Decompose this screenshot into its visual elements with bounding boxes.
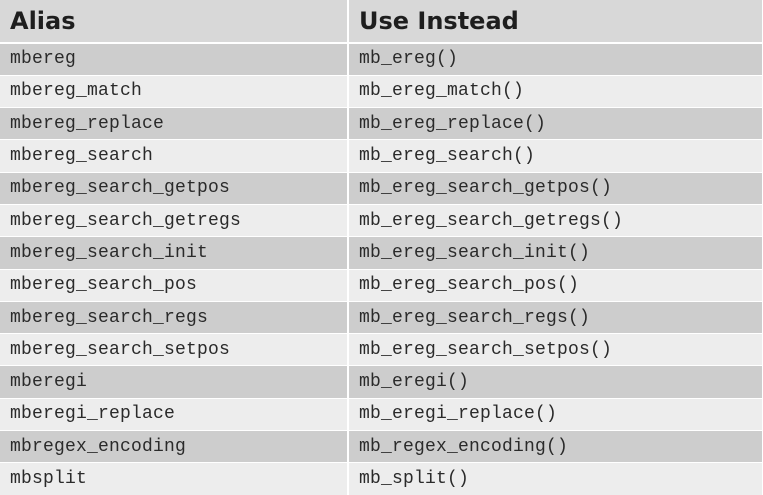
table-body: mbereg mb_ereg() mbereg_match mb_ereg_ma… [0, 43, 763, 495]
replacement-cell: mb_ereg_replace() [348, 107, 763, 141]
alias-cell: mberegi [0, 365, 349, 399]
table-row: mbereg mb_ereg() [0, 43, 763, 76]
replacement-cell: mb_ereg_search_setpos() [348, 333, 763, 367]
replacement-cell: mb_ereg() [348, 43, 763, 76]
replacement-cell: mb_split() [348, 462, 763, 495]
alias-cell: mbregex_encoding [0, 430, 349, 464]
replacement-cell: mb_eregi() [348, 365, 763, 399]
table-row: mbregex_encoding mb_regex_encoding() [0, 430, 763, 464]
replacement-cell: mb_ereg_search_getpos() [348, 172, 763, 205]
alias-cell: mbereg_search_pos [0, 269, 349, 302]
replacement-cell: mb_regex_encoding() [348, 430, 763, 464]
alias-cell: mberegi_replace [0, 398, 349, 432]
alias-cell: mbereg_match [0, 75, 349, 109]
table-row: mbereg_search_pos mb_ereg_search_pos() [0, 269, 763, 302]
replacement-cell: mb_ereg_search_init() [348, 236, 763, 270]
table-row: mbereg_search_setpos mb_ereg_search_setp… [0, 333, 763, 367]
alias-cell: mbereg_search_regs [0, 301, 349, 335]
table-row: mbereg_search_getregs mb_ereg_search_get… [0, 204, 763, 238]
table-row: mbereg_search_getpos mb_ereg_search_getp… [0, 172, 763, 205]
table-row: mbereg_search_init mb_ereg_search_init() [0, 236, 763, 270]
table-row: mbereg_replace mb_ereg_replace() [0, 107, 763, 141]
alias-cell: mbereg_search [0, 139, 349, 173]
column-header-use-instead: Use Instead [348, 0, 763, 44]
alias-cell: mbereg_replace [0, 107, 349, 141]
alias-cell: mbereg_search_getpos [0, 172, 349, 205]
replacement-cell: mb_ereg_match() [348, 75, 763, 109]
table-row: mbereg_search_regs mb_ereg_search_regs() [0, 301, 763, 335]
header-row: Alias Use Instead [0, 0, 763, 44]
alias-cell: mbereg [0, 43, 349, 76]
alias-cell: mbereg_search_getregs [0, 204, 349, 238]
alias-cell: mbsplit [0, 462, 349, 495]
replacement-cell: mb_ereg_search() [348, 139, 763, 173]
table-row: mbereg_search mb_ereg_search() [0, 139, 763, 173]
table-header: Alias Use Instead [0, 0, 763, 44]
alias-cell: mbereg_search_setpos [0, 333, 349, 367]
alias-table: Alias Use Instead mbereg mb_ereg() mbere… [0, 0, 763, 495]
table-row: mbsplit mb_split() [0, 462, 763, 495]
table-row: mbereg_match mb_ereg_match() [0, 75, 763, 109]
alias-cell: mbereg_search_init [0, 236, 349, 270]
replacement-cell: mb_ereg_search_pos() [348, 269, 763, 302]
replacement-cell: mb_eregi_replace() [348, 398, 763, 432]
table-row: mberegi mb_eregi() [0, 365, 763, 399]
table-row: mberegi_replace mb_eregi_replace() [0, 398, 763, 432]
column-header-alias: Alias [0, 0, 349, 44]
replacement-cell: mb_ereg_search_getregs() [348, 204, 763, 238]
replacement-cell: mb_ereg_search_regs() [348, 301, 763, 335]
